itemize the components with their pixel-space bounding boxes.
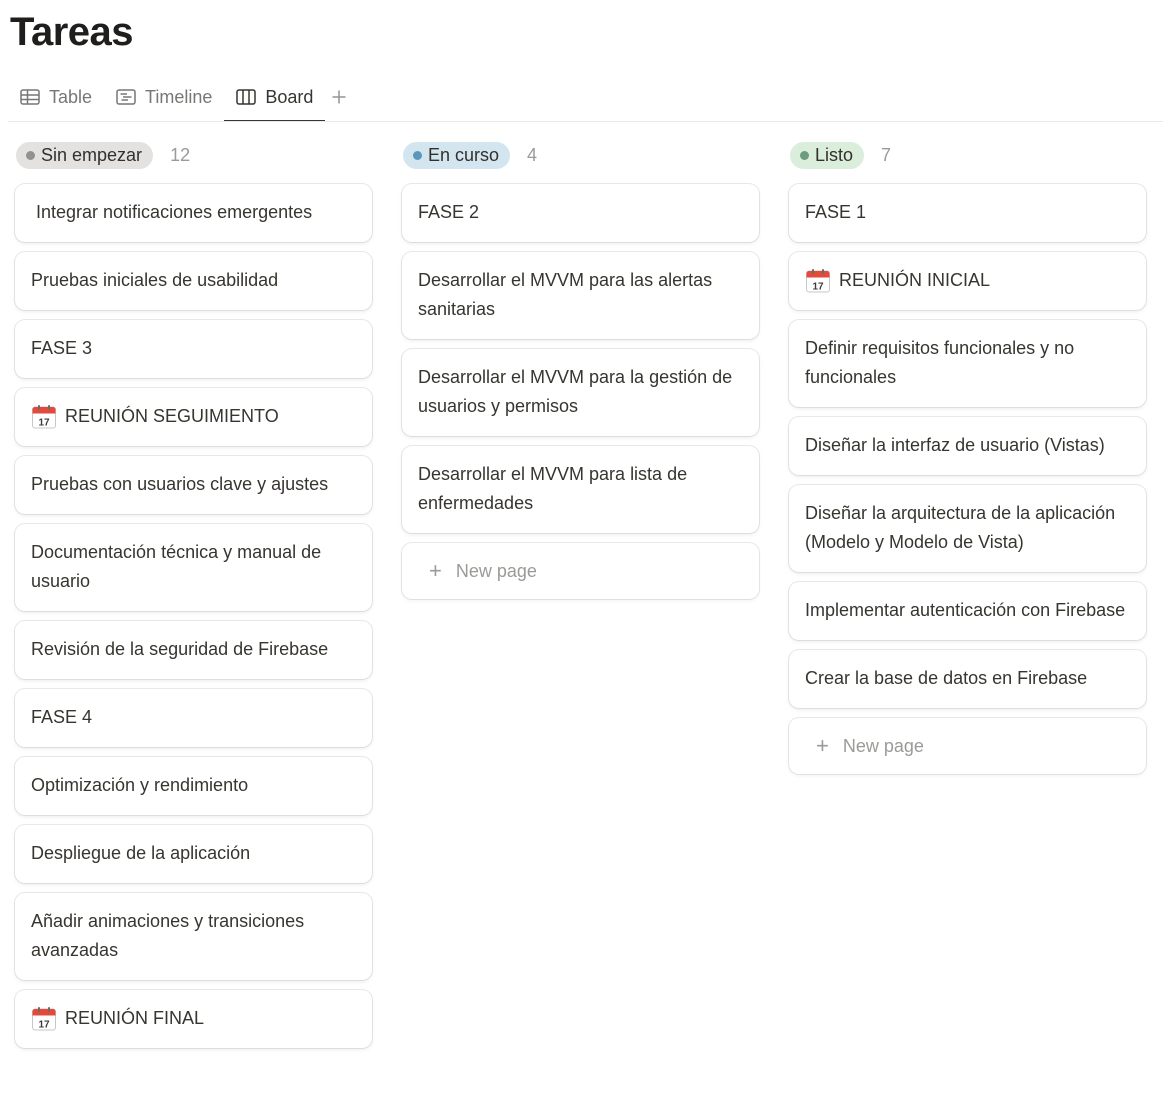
card-title: FASE 1 bbox=[805, 202, 867, 222]
card[interactable]: Pruebas con usuarios clave y ajustes bbox=[15, 456, 372, 514]
svg-text:17: 17 bbox=[812, 281, 824, 292]
svg-text:17: 17 bbox=[38, 1019, 50, 1030]
card[interactable]: 17 REUNIÓN FINAL bbox=[15, 990, 372, 1048]
card-title: Desarrollar el MVVM para las alertas san… bbox=[418, 270, 713, 319]
card[interactable]: Documentación técnica y manual de usuari… bbox=[15, 524, 372, 611]
timeline-icon bbox=[116, 89, 136, 105]
card-title: Documentación técnica y manual de usuari… bbox=[31, 542, 322, 591]
board-icon bbox=[236, 89, 257, 105]
card[interactable]: FASE 4 bbox=[15, 689, 372, 747]
status-pill-en-curso[interactable]: En curso bbox=[403, 141, 511, 169]
tab-board-label: Board bbox=[265, 86, 314, 107]
card-title: REUNIÓN FINAL bbox=[65, 1008, 205, 1028]
column-count: 7 bbox=[881, 144, 892, 165]
new-page-label: New page bbox=[842, 735, 924, 756]
new-page-button[interactable]: + New page bbox=[402, 543, 759, 599]
card-title: Pruebas con usuarios clave y ajustes bbox=[31, 474, 329, 494]
card-title: REUNIÓN SEGUIMIENTO bbox=[65, 406, 279, 426]
card[interactable]: Diseñar la interfaz de usuario (Vistas) bbox=[789, 417, 1146, 475]
tab-timeline[interactable]: Timeline bbox=[104, 74, 224, 120]
card[interactable]: Despliegue de la aplicación bbox=[15, 825, 372, 883]
card[interactable]: Desarrollar el MVVM para la gestión de u… bbox=[402, 349, 759, 436]
page-title: Tareas bbox=[10, 10, 134, 54]
card-title: Optimización y rendimiento bbox=[31, 775, 249, 795]
column-header: Listo 7 bbox=[789, 140, 1146, 170]
card[interactable]: FASE 2 bbox=[402, 184, 759, 242]
card-title: Despliegue de la aplicación bbox=[31, 843, 251, 863]
calendar-icon: 17 bbox=[32, 1006, 56, 1030]
status-pill-listo[interactable]: Listo bbox=[790, 141, 865, 169]
status-dot bbox=[800, 150, 809, 160]
tab-table[interactable]: Table bbox=[8, 74, 104, 120]
board: Sin empezar 12 Integrar notificaciones e… bbox=[15, 140, 1163, 1097]
card-title: Definir requisitos funcionales y no func… bbox=[805, 338, 1075, 387]
column-sin-empezar: Sin empezar 12 Integrar notificaciones e… bbox=[15, 140, 372, 1058]
card[interactable]: Desarrollar el MVVM para las alertas san… bbox=[402, 252, 759, 339]
column-header: En curso 4 bbox=[402, 140, 759, 170]
card[interactable]: Revisión de la seguridad de Firebase bbox=[15, 621, 372, 679]
card[interactable]: Desarrollar el MVVM para lista de enferm… bbox=[402, 446, 759, 533]
plus-icon bbox=[332, 90, 346, 104]
plus-icon: + bbox=[816, 733, 829, 758]
card[interactable]: Diseñar la arquitectura de la aplicación… bbox=[789, 485, 1146, 572]
card-title: Integrar notificaciones emergentes bbox=[31, 202, 313, 222]
card-title: Añadir animaciones y transiciones avanza… bbox=[31, 911, 305, 960]
status-dot bbox=[26, 150, 35, 160]
card[interactable]: 17 REUNIÓN SEGUIMIENTO bbox=[15, 388, 372, 446]
card-title: Pruebas iniciales de usabilidad bbox=[31, 270, 279, 290]
new-page-label: New page bbox=[455, 560, 537, 581]
add-view-button[interactable] bbox=[325, 74, 353, 120]
tabs-divider bbox=[8, 121, 1163, 122]
status-pill-sin-empezar[interactable]: Sin empezar bbox=[16, 141, 154, 169]
calendar-icon: 17 bbox=[806, 268, 830, 292]
status-label: En curso bbox=[428, 144, 500, 165]
column-en-curso: En curso 4 FASE 2 Desarrollar el MVVM pa… bbox=[402, 140, 759, 599]
card-title: Crear la base de datos en Firebase bbox=[805, 668, 1088, 688]
tab-timeline-label: Timeline bbox=[145, 86, 213, 107]
table-icon bbox=[20, 89, 40, 105]
card[interactable]: Implementar autenticación con Firebase bbox=[789, 582, 1146, 640]
card-title: Revisión de la seguridad de Firebase bbox=[31, 639, 329, 659]
calendar-icon: 17 bbox=[32, 404, 56, 428]
status-dot bbox=[413, 150, 422, 160]
view-tabs: Table Timeline Board bbox=[8, 74, 353, 122]
card[interactable]: Pruebas iniciales de usabilidad bbox=[15, 252, 372, 310]
column-count: 12 bbox=[170, 144, 191, 165]
column-listo: Listo 7 FASE 1 17 REUNIÓN INICIAL Defini… bbox=[789, 140, 1146, 774]
card[interactable]: 17 REUNIÓN INICIAL bbox=[789, 252, 1146, 310]
card[interactable]: FASE 1 bbox=[789, 184, 1146, 242]
new-page-button[interactable]: + New page bbox=[789, 718, 1146, 774]
column-header: Sin empezar 12 bbox=[15, 140, 372, 170]
tab-board[interactable]: Board bbox=[224, 74, 326, 122]
card-title: FASE 2 bbox=[418, 202, 480, 222]
column-count: 4 bbox=[527, 144, 538, 165]
card[interactable]: Definir requisitos funcionales y no func… bbox=[789, 320, 1146, 407]
tab-table-label: Table bbox=[49, 86, 93, 107]
card-title: Diseñar la arquitectura de la aplicación… bbox=[805, 503, 1116, 552]
status-label: Listo bbox=[815, 144, 854, 165]
status-label: Sin empezar bbox=[41, 144, 143, 165]
card[interactable]: Optimización y rendimiento bbox=[15, 757, 372, 815]
svg-text:17: 17 bbox=[38, 417, 50, 428]
card[interactable]: FASE 3 bbox=[15, 320, 372, 378]
card[interactable]: Integrar notificaciones emergentes bbox=[15, 184, 372, 242]
card-title: Desarrollar el MVVM para lista de enferm… bbox=[418, 464, 688, 513]
card-title: FASE 4 bbox=[31, 707, 93, 727]
card-title: Implementar autenticación con Firebase bbox=[805, 600, 1126, 620]
plus-icon: + bbox=[429, 558, 442, 583]
card-title: Desarrollar el MVVM para la gestión de u… bbox=[418, 367, 733, 416]
card-title: FASE 3 bbox=[31, 338, 93, 358]
card-title: REUNIÓN INICIAL bbox=[839, 270, 991, 290]
card[interactable]: Añadir animaciones y transiciones avanza… bbox=[15, 893, 372, 980]
card[interactable]: Crear la base de datos en Firebase bbox=[789, 650, 1146, 708]
card-title: Diseñar la interfaz de usuario (Vistas) bbox=[805, 435, 1105, 455]
